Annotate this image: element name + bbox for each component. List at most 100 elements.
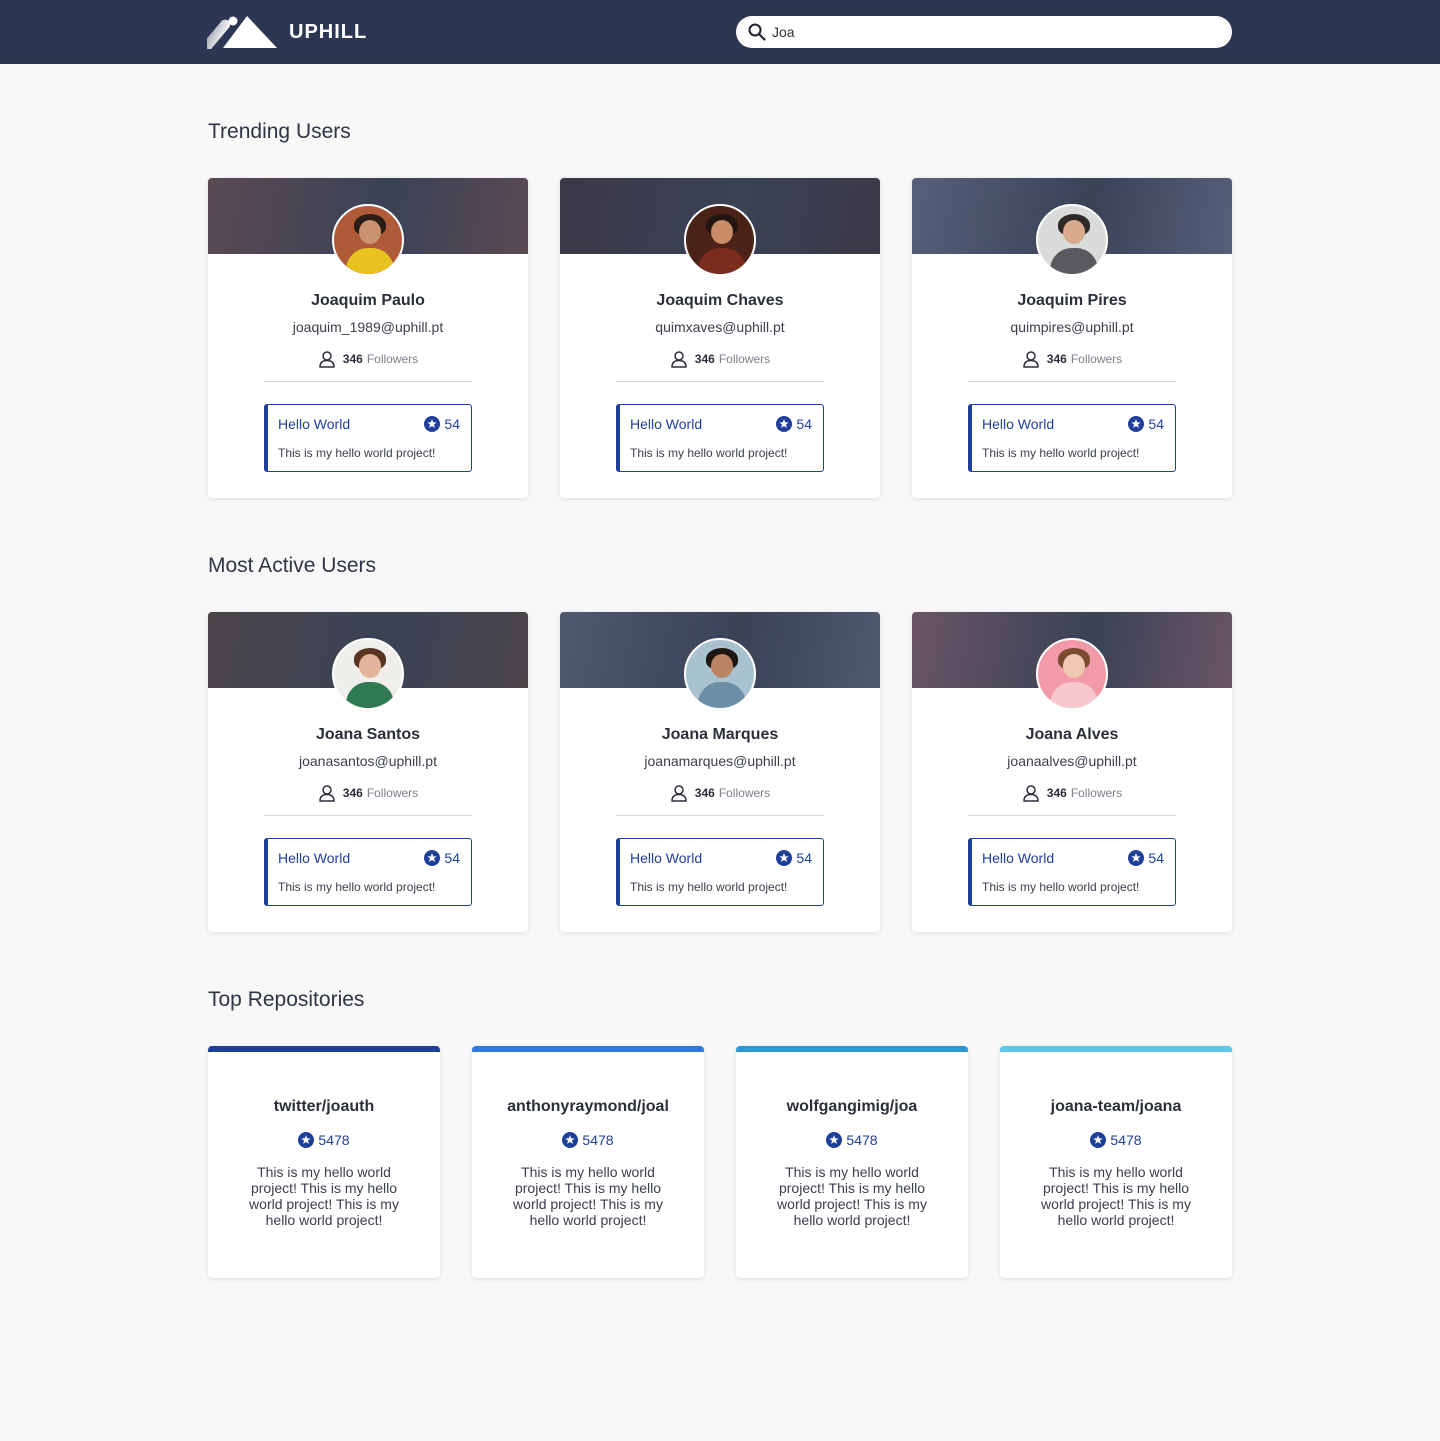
repo-accent-bar — [208, 1046, 440, 1052]
user-card[interactable]: Joaquim Paulo joaquim_1989@uphill.pt 346… — [208, 178, 528, 498]
followers-count: 346 — [342, 786, 363, 800]
project-description: This is my hello world project! — [982, 880, 1140, 894]
top-repositories-title: Top Repositories — [208, 988, 365, 1011]
avatar-body — [346, 682, 394, 708]
user-name[interactable]: Joana Alves — [912, 726, 1232, 744]
followers-label: Followers — [718, 786, 771, 800]
project-stars: 54 — [1128, 850, 1164, 866]
star-badge-icon — [562, 1132, 579, 1148]
project-card[interactable]: Hello World 54 This is my hello world pr… — [968, 838, 1176, 906]
project-name[interactable]: Hello World — [630, 850, 702, 866]
avatar[interactable] — [1036, 638, 1108, 710]
mountain-logo-icon — [207, 16, 277, 49]
repo-card[interactable]: anthonyraymond/joal 5478 This is my hell… — [472, 1046, 704, 1278]
repo-stars: 5478 — [472, 1132, 704, 1148]
repo-description: This is my hello world project! This is … — [249, 1164, 399, 1228]
project-card[interactable]: Hello World 54 This is my hello world pr… — [264, 838, 472, 906]
avatar[interactable] — [332, 638, 404, 710]
person-icon — [319, 351, 335, 368]
star-badge-icon — [776, 416, 793, 432]
project-description: This is my hello world project! — [278, 446, 436, 460]
user-email: joanaalves@uphill.pt — [1007, 753, 1137, 769]
brand-logo[interactable]: UPHILL — [207, 15, 367, 49]
avatar[interactable] — [684, 638, 756, 710]
trending-users-title: Trending Users — [208, 120, 351, 143]
followers-count: 346 — [694, 786, 715, 800]
user-email: joanasantos@uphill.pt — [299, 753, 437, 769]
project-star-count: 54 — [444, 850, 460, 866]
project-description: This is my hello world project! — [982, 446, 1140, 460]
avatar-face — [711, 220, 733, 244]
avatar-body — [1050, 682, 1098, 708]
followers-label: Followers — [366, 786, 419, 800]
repo-card[interactable]: twitter/joauth 5478 This is my hello wor… — [208, 1046, 440, 1278]
user-card[interactable]: Joaquim Pires quimpires@uphill.pt 346 Fo… — [912, 178, 1232, 498]
person-icon — [671, 785, 687, 802]
repo-accent-bar — [736, 1046, 968, 1052]
project-name[interactable]: Hello World — [278, 416, 350, 432]
user-card[interactable]: Joana Santos joanasantos@uphill.pt 346 F… — [208, 612, 528, 932]
star-badge-icon — [424, 850, 441, 866]
divider — [264, 815, 472, 816]
user-name[interactable]: Joana Marques — [560, 726, 880, 744]
divider — [264, 381, 472, 382]
person-icon — [1023, 785, 1039, 802]
followers-count: 346 — [1046, 352, 1067, 366]
repo-card[interactable]: joana-team/joana 5478 This is my hello w… — [1000, 1046, 1232, 1278]
user-name[interactable]: Joaquim Paulo — [208, 292, 528, 310]
avatar[interactable] — [684, 204, 756, 276]
project-name[interactable]: Hello World — [630, 416, 702, 432]
followers-info: 346 Followers — [912, 350, 1232, 368]
star-badge-icon — [776, 850, 793, 866]
user-name[interactable]: Joaquim Pires — [912, 292, 1232, 310]
project-stars: 54 — [776, 850, 812, 866]
most-active-users-list: Joana Santos joanasantos@uphill.pt 346 F… — [208, 612, 1232, 932]
repo-star-count: 5478 — [318, 1132, 350, 1148]
project-name[interactable]: Hello World — [982, 850, 1054, 866]
repo-stars: 5478 — [1000, 1132, 1232, 1148]
project-name[interactable]: Hello World — [278, 850, 350, 866]
most-active-users-title: Most Active Users — [208, 554, 377, 577]
user-email: joaquim_1989@uphill.pt — [292, 319, 444, 335]
avatar-body — [1050, 248, 1098, 274]
user-name[interactable]: Joaquim Chaves — [560, 292, 880, 310]
person-icon — [319, 785, 335, 802]
star-badge-icon — [1128, 416, 1145, 432]
project-card[interactable]: Hello World 54 This is my hello world pr… — [968, 404, 1176, 472]
avatar[interactable] — [332, 204, 404, 276]
project-description: This is my hello world project! — [278, 880, 436, 894]
project-stars: 54 — [424, 850, 460, 866]
avatar-face — [1063, 220, 1085, 244]
repo-name[interactable]: joana-team/joana — [1000, 1098, 1232, 1116]
project-description: This is my hello world project! — [630, 880, 788, 894]
followers-info: 346 Followers — [208, 350, 528, 368]
repo-card[interactable]: wolfgangimig/joa 5478 This is my hello w… — [736, 1046, 968, 1278]
top-navigation-bar: UPHILL — [0, 0, 1440, 64]
search-input[interactable] — [772, 17, 1212, 47]
project-description: This is my hello world project! — [630, 446, 788, 460]
project-star-count: 54 — [444, 416, 460, 432]
project-star-count: 54 — [796, 850, 812, 866]
avatar-face — [359, 220, 381, 244]
followers-label: Followers — [1070, 786, 1123, 800]
user-card[interactable]: Joana Marques joanamarques@uphill.pt 346… — [560, 612, 880, 932]
project-star-count: 54 — [1148, 416, 1164, 432]
repo-name[interactable]: anthonyraymond/joal — [472, 1098, 704, 1116]
star-badge-icon — [1128, 850, 1145, 866]
repo-name[interactable]: wolfgangimig/joa — [736, 1098, 968, 1116]
user-card[interactable]: Joana Alves joanaalves@uphill.pt 346 Fol… — [912, 612, 1232, 932]
user-card[interactable]: Joaquim Chaves quimxaves@uphill.pt 346 F… — [560, 178, 880, 498]
project-card[interactable]: Hello World 54 This is my hello world pr… — [616, 404, 824, 472]
user-email: quimxaves@uphill.pt — [655, 319, 785, 335]
project-card[interactable]: Hello World 54 This is my hello world pr… — [616, 838, 824, 906]
user-name[interactable]: Joana Santos — [208, 726, 528, 744]
repo-name[interactable]: twitter/joauth — [208, 1098, 440, 1116]
search-bar[interactable] — [736, 16, 1232, 48]
repo-stars: 5478 — [208, 1132, 440, 1148]
followers-count: 346 — [694, 352, 715, 366]
star-badge-icon — [826, 1132, 843, 1148]
repo-stars: 5478 — [736, 1132, 968, 1148]
project-card[interactable]: Hello World 54 This is my hello world pr… — [264, 404, 472, 472]
avatar[interactable] — [1036, 204, 1108, 276]
project-name[interactable]: Hello World — [982, 416, 1054, 432]
